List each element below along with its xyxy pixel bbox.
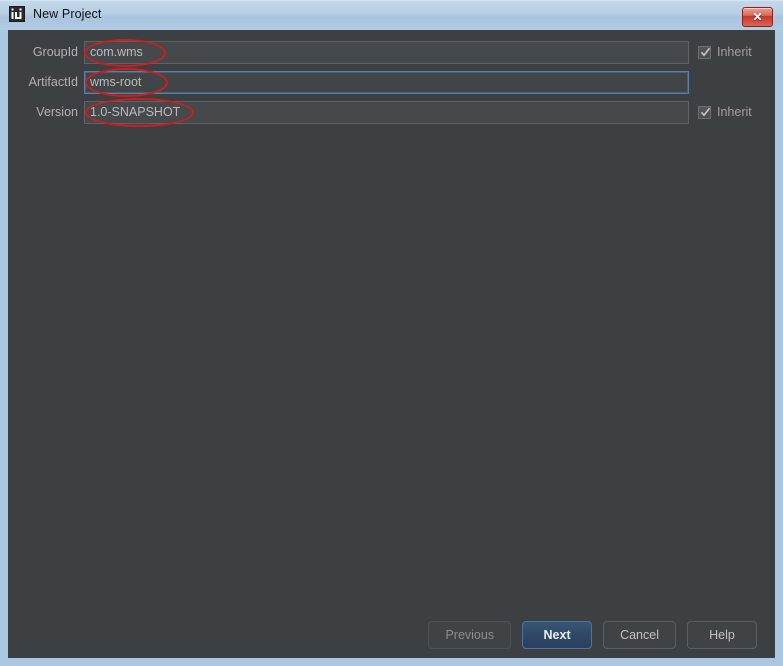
groupid-inherit-checkbox-group[interactable]: Inherit [698, 45, 752, 59]
cancel-button[interactable]: Cancel [603, 621, 676, 649]
artifactid-value: wms-root [90, 75, 142, 89]
version-input[interactable]: 1.0-SNAPSHOT [84, 100, 689, 124]
groupid-label: GroupId [32, 45, 78, 59]
artifactid-label: ArtifactId [28, 75, 78, 89]
dialog-button-bar: Previous Next Cancel Help [8, 612, 775, 658]
version-value: 1.0-SNAPSHOT [90, 105, 181, 119]
title-bar-left-group: New Project [9, 6, 101, 22]
close-glyph: ✕ [752, 10, 763, 24]
form-row-version: Version 1.0-SNAPSHOT Inherit [8, 100, 775, 124]
previous-button[interactable]: Previous [428, 621, 512, 649]
artifactid-input[interactable]: wms-root [84, 70, 689, 94]
groupid-input[interactable]: com.wms [84, 40, 689, 64]
new-project-dialog-window: New Project ✕ GroupId com.wms Inherit Ar… [0, 0, 783, 666]
version-inherit-checkbox-group[interactable]: Inherit [698, 105, 752, 119]
checkbox-icon[interactable] [698, 105, 711, 119]
next-button[interactable]: Next [522, 621, 593, 649]
groupid-value: com.wms [90, 45, 143, 59]
help-button[interactable]: Help [687, 621, 757, 649]
checkbox-icon[interactable] [698, 45, 711, 59]
version-inherit-label: Inherit [717, 105, 752, 119]
version-label: Version [36, 105, 78, 119]
close-icon[interactable]: ✕ [742, 7, 773, 27]
form-row-groupid: GroupId com.wms Inherit [8, 40, 775, 64]
intellij-idea-icon [9, 6, 25, 22]
title-bar: New Project ✕ [0, 0, 783, 30]
form-row-artifactid: ArtifactId wms-root [8, 70, 775, 94]
dialog-content: GroupId com.wms Inherit ArtifactId wms-r… [8, 30, 775, 658]
window-title: New Project [33, 7, 102, 21]
groupid-inherit-label: Inherit [717, 45, 752, 59]
